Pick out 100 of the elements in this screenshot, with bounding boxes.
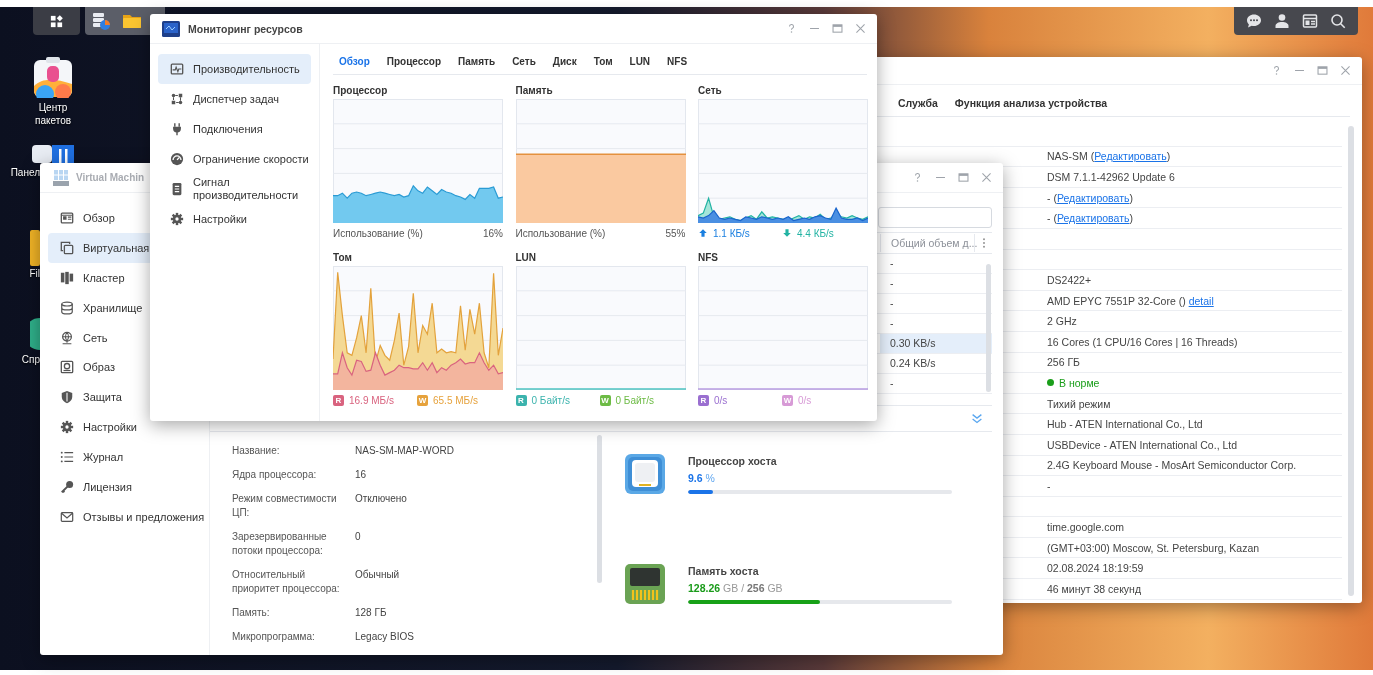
field-label: Микропрограмма: — [232, 630, 316, 644]
desktop-icon-label[interactable]: Спр — [21, 353, 40, 366]
monitor-icon — [162, 20, 180, 37]
database-chart-icon[interactable] — [91, 11, 111, 31]
user-icon[interactable] — [1274, 13, 1290, 29]
maximize-icon[interactable] — [831, 22, 844, 35]
field-value: Отключено — [355, 492, 407, 506]
shield-icon — [60, 390, 74, 405]
envelope-icon — [60, 509, 74, 524]
sidebar-item[interactable]: Настройки — [158, 204, 311, 234]
edit-link[interactable]: Редактировать — [1056, 212, 1130, 225]
rate-value: 4.4 КБ/s — [797, 227, 834, 239]
table-cell[interactable]: - — [880, 374, 992, 393]
tab[interactable]: LUN — [623, 55, 657, 67]
shopping-bag-icon[interactable] — [33, 56, 73, 98]
info-value: USBDevice - ATEN International Co., Ltd — [1047, 438, 1238, 451]
usage-value: 16% — [483, 227, 503, 239]
dashboard-icon[interactable] — [1302, 13, 1318, 29]
field-label: Название: — [232, 444, 281, 458]
mode-badge: W — [599, 394, 611, 406]
sidebar-item[interactable]: Журнал — [48, 442, 144, 472]
sidebar-item[interactable]: Диспетчер задач — [158, 84, 311, 114]
copy-icon — [60, 240, 74, 255]
tab[interactable]: Память — [452, 55, 502, 67]
sidebar-item[interactable]: Настройки — [48, 412, 144, 443]
scrollbar[interactable] — [597, 435, 602, 583]
search-icon[interactable] — [1330, 13, 1346, 29]
desktop-icon-label[interactable]: Fil — [29, 267, 40, 280]
rate-value: 0/s — [798, 394, 812, 406]
sidebar-item[interactable]: Отзывы и предложения — [48, 501, 209, 532]
info-value: AMD EPYC 7551P 32-Core () detail — [1047, 294, 1214, 307]
panel-title: NFS — [698, 252, 719, 264]
maximize-icon[interactable] — [1316, 64, 1329, 77]
tab[interactable]: Том — [587, 55, 619, 67]
sidebar-item[interactable]: Производительность — [158, 54, 311, 84]
info-value: DS2422+ — [1047, 273, 1092, 286]
close-icon[interactable] — [854, 22, 867, 35]
grid-icon[interactable] — [49, 13, 64, 29]
rate-value: 0 Байт/s — [615, 394, 654, 406]
double-chevron-icon[interactable] — [970, 411, 984, 426]
sidebar-item[interactable]: Кластер — [48, 262, 144, 293]
tab[interactable]: Функция анализа устройства — [954, 96, 1108, 109]
tab[interactable]: Сеть — [506, 55, 542, 67]
edit-link[interactable]: detail — [1188, 294, 1214, 307]
desktop-icon-label[interactable]: Центр пакетов — [28, 101, 78, 127]
field-value: Legacy BIOS — [355, 630, 414, 644]
sidebar-item[interactable]: Лицензия — [48, 472, 144, 502]
tab[interactable]: Обзор — [333, 55, 376, 67]
edit-link[interactable]: Редактировать — [1056, 191, 1130, 204]
host-title: Память хоста — [688, 564, 760, 578]
sidebar-item[interactable]: Сигнал производительности — [158, 174, 311, 204]
table-cell[interactable]: - — [880, 314, 992, 333]
panel-title: LUN — [515, 252, 538, 264]
rate-value: 0 Байт/s — [531, 394, 570, 406]
close-icon[interactable] — [980, 171, 993, 184]
tab[interactable]: NFS — [661, 55, 694, 67]
sidebar-item[interactable]: Обзор — [48, 203, 144, 233]
scrollbar[interactable] — [986, 264, 991, 392]
tab[interactable]: Служба — [898, 96, 938, 109]
chat-icon[interactable] — [1246, 13, 1262, 29]
panel-title: Процессор — [333, 85, 389, 97]
field-value: 128 ГБ — [355, 606, 387, 620]
edit-link[interactable]: Редактировать — [1094, 150, 1167, 163]
info-value: Тихий режим — [1047, 397, 1111, 410]
host-title: Процессор хоста — [688, 454, 778, 468]
table-cell[interactable]: - — [880, 274, 992, 293]
tab[interactable]: Диск — [546, 55, 583, 67]
tab[interactable]: Процессор — [380, 55, 448, 67]
sidebar-item[interactable]: Подключения — [158, 114, 311, 144]
info-value: NAS-SM (Редактировать) — [1047, 150, 1171, 163]
plug-icon — [170, 122, 184, 136]
panel-title: Том — [333, 252, 353, 264]
gear-icon — [60, 420, 74, 435]
close-icon[interactable] — [1339, 64, 1352, 77]
sidebar-item[interactable]: Образ — [48, 352, 144, 383]
processor-chip-icon — [625, 454, 665, 494]
field-value: NAS-SM-MAP-WORD — [355, 444, 454, 458]
info-value: (GMT+03:00) Moscow, St. Petersburg, Kazan — [1047, 541, 1260, 554]
sidebar-item[interactable]: Сеть — [48, 322, 144, 353]
search-field[interactable] — [878, 207, 992, 228]
sidebar-item[interactable]: Ограничение скорости — [158, 144, 311, 174]
info-value: - (Редактировать) — [1047, 212, 1133, 225]
field-value: 16 — [355, 468, 367, 482]
usage-label: Использование (%) — [515, 227, 606, 239]
window-title: Мониторинг ресурсов — [188, 22, 303, 35]
scrollbar[interactable] — [1348, 126, 1354, 596]
maximize-icon[interactable] — [957, 171, 970, 184]
control-panel-icon[interactable] — [32, 145, 74, 163]
table-cell[interactable]: 0.30 KB/s — [880, 334, 992, 353]
desktop-icon-label[interactable]: Панел — [10, 166, 40, 179]
table-cell[interactable]: - — [880, 254, 992, 273]
field-label: Режим совместимости ЦП: — [232, 492, 338, 520]
sidebar-item[interactable]: Хранилище — [48, 292, 147, 323]
database-icon — [60, 300, 74, 315]
table-cell[interactable]: 0.24 KB/s — [880, 354, 992, 373]
mode-badge: R — [333, 394, 344, 406]
field-label: Относительный приоритет процессора: — [232, 568, 341, 596]
table-cell[interactable]: - — [880, 294, 992, 313]
panel-title: Память — [515, 85, 554, 97]
sidebar-item[interactable]: Защита — [48, 382, 144, 413]
